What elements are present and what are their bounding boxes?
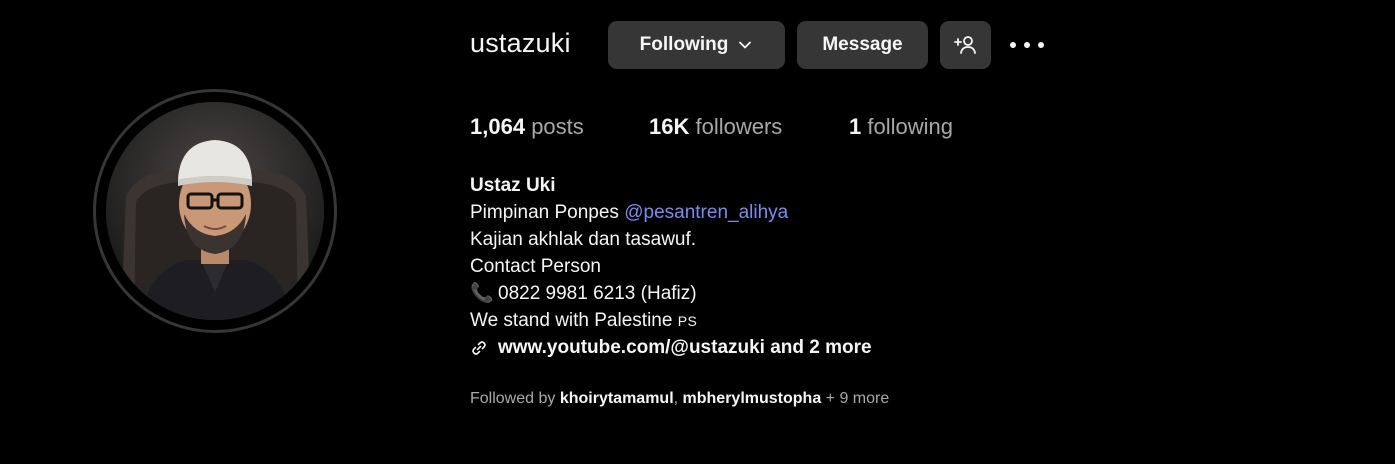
- profile-bio: Ustaz Uki Pimpinan Ponpes @pesantren_ali…: [470, 172, 872, 361]
- mutual-follower-2[interactable]: mbherylmustopha: [683, 390, 822, 407]
- following-count-label: following: [867, 114, 953, 139]
- profile-full-name: Ustaz Uki: [470, 175, 556, 196]
- avatar-ring[interactable]: [93, 89, 337, 333]
- bio-phone-number: 0822 9981 6213 (Hafiz): [498, 283, 697, 304]
- posts-count-value: 1,064: [470, 114, 526, 139]
- bio-palestine-text: We stand with Palestine: [470, 310, 673, 331]
- posts-count-label: posts: [531, 114, 584, 139]
- bio-line-palestine: We stand with Palestine PS: [470, 307, 872, 334]
- bio-line-contact: Contact Person: [470, 256, 601, 277]
- bio-link-line[interactable]: www.youtube.com/@ustazuki and 2 more: [470, 334, 872, 361]
- bio-line-ponpes-text: Pimpinan Ponpes: [470, 202, 625, 223]
- add-user-icon: [953, 36, 976, 54]
- following-button[interactable]: Following: [608, 21, 785, 69]
- following-count-value: 1: [849, 114, 862, 139]
- mutual-follower-1[interactable]: khoirytamamul: [560, 390, 674, 407]
- telephone-icon: 📞: [470, 283, 494, 304]
- followers-count-label: followers: [695, 114, 783, 139]
- chevron-down-icon: [739, 41, 752, 49]
- following-link[interactable]: 1 following: [849, 114, 953, 140]
- bio-line-ponpes: Pimpinan Ponpes @pesantren_alihya: [470, 199, 872, 226]
- avatar-image: [106, 102, 324, 320]
- message-button[interactable]: Message: [797, 21, 928, 69]
- bio-line-kajian: Kajian akhlak dan tasawuf.: [470, 229, 697, 250]
- mention-link[interactable]: @pesantren_alihya: [624, 202, 788, 223]
- external-link[interactable]: www.youtube.com/@ustazuki and 2 more: [498, 334, 872, 361]
- followers-link[interactable]: 16K followers: [649, 114, 782, 140]
- followed-by[interactable]: Followed by khoirytamamul, mbherylmustop…: [470, 390, 889, 408]
- profile-header: ustazuki Following Message 1,064 posts 1…: [0, 0, 1395, 464]
- bio-line-phone: 📞 0822 9981 6213 (Hafiz): [470, 280, 872, 307]
- suggested-accounts-button[interactable]: [940, 21, 991, 69]
- palestine-flag-icon: PS: [677, 313, 698, 329]
- profile-username: ustazuki: [470, 28, 571, 58]
- followed-by-prefix: Followed by: [470, 390, 560, 407]
- posts-count: 1,064 posts: [470, 114, 584, 140]
- followers-count-value: 16K: [649, 114, 690, 139]
- more-options-button[interactable]: [1010, 36, 1044, 54]
- followed-by-more[interactable]: + 9 more: [821, 390, 890, 407]
- avatar[interactable]: [106, 102, 324, 320]
- message-button-label: Message: [822, 34, 903, 55]
- link-icon: [472, 340, 486, 355]
- followed-by-separator: ,: [673, 390, 683, 407]
- following-button-label: Following: [639, 34, 729, 55]
- more-horizontal-icon: [1010, 42, 1016, 48]
